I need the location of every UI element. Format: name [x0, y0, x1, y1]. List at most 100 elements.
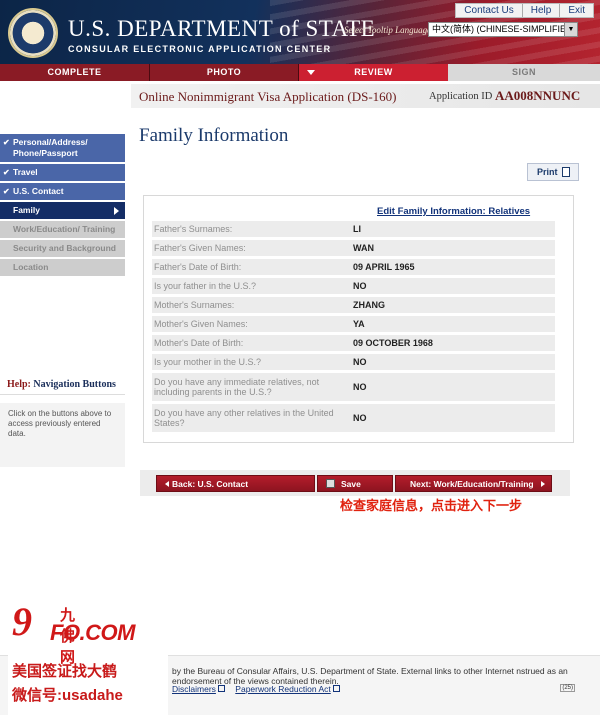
field-value: NO: [353, 281, 367, 291]
field-value: WAN: [353, 243, 374, 253]
sidebar-item-work-education: Work/Education/ Training: [0, 221, 125, 238]
field-value: 09 APRIL 1965: [353, 262, 415, 272]
field-label: Mother's Date of Birth:: [154, 338, 244, 348]
navigation-buttons: Back: U.S. Contact Save Next: Work/Educa…: [140, 470, 570, 496]
back-button[interactable]: Back: U.S. Contact: [156, 475, 315, 492]
save-button[interactable]: Save: [317, 475, 393, 492]
table-row: Is your father in the U.S.? NO: [152, 278, 555, 294]
sidebar-item-label: Family: [13, 205, 40, 215]
field-label: Father's Given Names:: [154, 243, 246, 253]
field-value: NO: [353, 413, 367, 423]
table-row: Do you have any other relatives in the U…: [152, 404, 555, 432]
sidebar-item-security: Security and Background: [0, 240, 125, 257]
application-title: Online Nonimmigrant Visa Application (DS…: [139, 89, 397, 104]
sidebar-item-us-contact[interactable]: ✔ U.S. Contact: [0, 183, 125, 200]
sidebar-item-location: Location: [0, 259, 125, 276]
next-button[interactable]: Next: Work/Education/Training: [395, 475, 552, 492]
print-label: Print: [537, 167, 558, 177]
help-title-text: Navigation Buttons: [33, 379, 116, 390]
field-label: Is your father in the U.S.?: [154, 281, 257, 291]
field-value: YA: [353, 319, 365, 329]
page-title: Family Information: [139, 125, 289, 146]
field-label: Do you have any other relatives in the U…: [154, 408, 334, 428]
site-header: U.S. DEPARTMENT of STATE CONSULAR ELECTR…: [0, 0, 600, 64]
progress-bar: COMPLETE PHOTO REVIEW SIGN: [0, 64, 600, 81]
sidebar-item-label: Security and Background: [13, 243, 116, 253]
check-icon: ✔: [3, 187, 10, 196]
step-review-label: REVIEW: [354, 67, 393, 77]
watermark: 9 九佛网 FO.COM 美国签证找大鹤 微信号:usadahe: [8, 598, 168, 718]
field-label: Mother's Surnames:: [154, 300, 235, 310]
save-icon: [326, 479, 335, 488]
sidebar-nav: ✔ Personal/Address/ Phone/Passport ✔ Tra…: [0, 134, 125, 278]
help-box: Help: Navigation Buttons Click on the bu…: [0, 375, 125, 467]
help-link[interactable]: Help: [521, 4, 560, 17]
check-icon: ✔: [3, 168, 10, 177]
field-label: Is your mother in the U.S.?: [154, 357, 262, 367]
table-row: Do you have any immediate relatives, not…: [152, 373, 555, 401]
instruction-annotation: 检查家庭信息，点击进入下一步: [340, 498, 523, 513]
table-row: Father's Date of Birth: 09 APRIL 1965: [152, 259, 555, 275]
field-label: Do you have any immediate relatives, not…: [154, 377, 320, 397]
language-select[interactable]: 中文(简体) (CHINESE-SIMPLIFIED) ▼: [428, 22, 578, 37]
language-select-value: 中文(简体) (CHINESE-SIMPLIFIED): [432, 24, 576, 34]
document-icon: [562, 167, 570, 177]
page-number: (25): [560, 684, 575, 692]
field-label: Father's Date of Birth:: [154, 262, 242, 272]
paperwork-reduction-link[interactable]: Paperwork Reduction Act: [235, 684, 340, 694]
check-icon: ✔: [3, 138, 10, 147]
field-value: LI: [353, 224, 361, 234]
application-id: AA008NNUNC: [495, 88, 581, 103]
watermark-logo: 9 九佛网 FO.COM: [12, 599, 136, 667]
brand-title: U.S. DEPARTMENT of STATE: [68, 16, 376, 41]
step-photo: PHOTO: [150, 64, 299, 81]
field-value: NO: [353, 382, 367, 392]
disclaimers-label: Disclaimers: [172, 684, 216, 694]
table-row: Father's Surnames: LI: [152, 221, 555, 237]
step-complete: COMPLETE: [0, 64, 150, 81]
application-id-label: Application ID: [429, 91, 493, 102]
back-button-label: Back: U.S. Contact: [172, 479, 249, 489]
help-title: Help: Navigation Buttons: [0, 375, 125, 395]
sidebar-item-label: Personal/Address/ Phone/Passport: [13, 137, 88, 158]
step-sign: SIGN: [448, 64, 600, 81]
brand-subtitle: CONSULAR ELECTRONIC APPLICATION CENTER: [68, 44, 332, 54]
help-title-lead: Help:: [7, 379, 31, 390]
watermark-logo-number: 9: [12, 599, 32, 644]
field-label: Father's Surnames:: [154, 224, 233, 234]
top-links: Contact Us Help Exit: [455, 3, 594, 18]
next-button-label: Next: Work/Education/Training: [410, 479, 534, 489]
sidebar-item-family[interactable]: Family: [0, 202, 125, 219]
language-label: Select Tooltip Language: [344, 25, 432, 35]
field-value: NO: [353, 357, 367, 367]
edit-family-link[interactable]: Edit Family Information: Relatives: [377, 206, 530, 217]
field-value: 09 OCTOBER 1968: [353, 338, 433, 348]
field-label: Mother's Given Names:: [154, 319, 248, 329]
help-text: Click on the buttons above to access pre…: [0, 403, 125, 467]
caret-down-icon: [307, 70, 315, 75]
watermark-line-2: 微信号:usadahe: [12, 687, 123, 704]
paperwork-label: Paperwork Reduction Act: [235, 684, 331, 694]
arrow-right-icon: [114, 207, 119, 215]
external-link-icon: [332, 685, 340, 692]
sidebar-item-label: Location: [13, 262, 49, 272]
table-row: Is your mother in the U.S.? NO: [152, 354, 555, 370]
family-info-list: Father's Surnames: LI Father's Given Nam…: [152, 221, 555, 435]
sidebar-item-travel[interactable]: ✔ Travel: [0, 164, 125, 181]
sidebar-item-label: Travel: [13, 167, 38, 177]
sidebar-item-label: U.S. Contact: [13, 186, 64, 196]
step-review: REVIEW: [299, 64, 448, 81]
arrow-right-icon: [541, 481, 545, 487]
family-info-panel: Edit Family Information: Relatives Fathe…: [143, 195, 574, 443]
application-bar: Online Nonimmigrant Visa Application (DS…: [131, 84, 600, 108]
table-row: Mother's Surnames: ZHANG: [152, 297, 555, 313]
exit-link[interactable]: Exit: [559, 4, 593, 17]
contact-us-link[interactable]: Contact Us: [456, 4, 521, 17]
sidebar-item-personal[interactable]: ✔ Personal/Address/ Phone/Passport: [0, 134, 125, 162]
disclaimers-link[interactable]: Disclaimers: [172, 684, 225, 694]
footer-links: Disclaimers Paperwork Reduction Act: [172, 684, 348, 694]
print-button[interactable]: Print: [527, 163, 579, 181]
brand: U.S. DEPARTMENT of STATE CONSULAR ELECTR…: [68, 16, 375, 54]
table-row: Father's Given Names: WAN: [152, 240, 555, 256]
field-value: ZHANG: [353, 300, 385, 310]
